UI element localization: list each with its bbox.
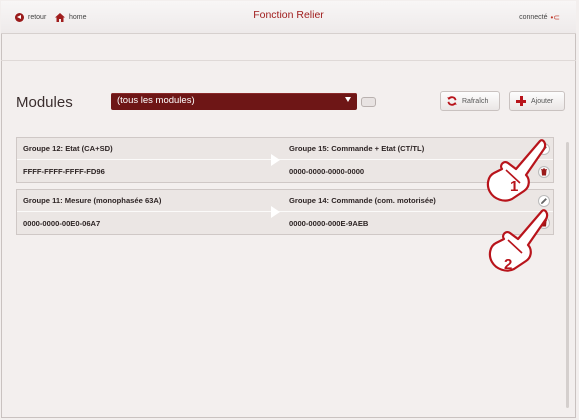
target-id: 0000-0000-000E-9AEB xyxy=(289,219,369,228)
source-id: FFFF-FFFF-FFFF-FD96 xyxy=(23,167,105,176)
source-id: 0000-0000-00E0-06A7 xyxy=(23,219,101,228)
connection-status: connecté •⊂ xyxy=(519,13,560,22)
page-title: Fonction Relier xyxy=(253,9,324,21)
add-label: Ajouter xyxy=(531,97,554,105)
list-item-ids: FFFF-FFFF-FFFF-FD96 0000-0000-0000-0000 xyxy=(17,161,553,183)
list-scrollbar[interactable] xyxy=(566,142,569,408)
link-arrow-icon xyxy=(271,154,280,166)
refresh-label: Rafraîch xyxy=(462,97,489,105)
module-filter-value: (tous les modules) xyxy=(117,95,195,106)
list-item-groups: Groupe 12: Etat (CA+SD) Groupe 15: Comma… xyxy=(17,138,553,160)
annotation-number: 2 xyxy=(504,256,512,273)
add-button[interactable]: Ajouter xyxy=(509,91,565,111)
pointing-hand-icon: 1 xyxy=(486,139,547,202)
plus-icon xyxy=(516,96,526,106)
list-item[interactable]: Groupe 11: Mesure (monophasée 63A) Group… xyxy=(16,189,554,235)
connection-label: connecté xyxy=(519,14,548,21)
annotation-number: 1 xyxy=(510,178,518,195)
filter-toggle[interactable] xyxy=(361,97,376,107)
refresh-button[interactable]: Rafraîch xyxy=(440,91,500,111)
target-group: Groupe 14: Commande (com. motorisée) xyxy=(289,196,436,205)
source-group: Groupe 12: Etat (CA+SD) xyxy=(23,144,113,153)
section-title: Modules xyxy=(16,94,73,111)
top-bar: retour home Fonction Relier connecté •⊂ xyxy=(1,1,576,34)
header-divider xyxy=(1,60,576,69)
pointing-hand-icon: 2 xyxy=(488,209,549,273)
module-filter-select[interactable]: (tous les modules) xyxy=(111,93,357,110)
link-arrow-icon xyxy=(271,206,280,218)
list-item-groups: Groupe 11: Mesure (monophasée 63A) Group… xyxy=(17,190,553,212)
refresh-icon xyxy=(447,96,457,106)
source-group: Groupe 11: Mesure (monophasée 63A) xyxy=(23,196,162,205)
plug-icon: •⊂ xyxy=(550,13,560,22)
chevron-down-icon xyxy=(345,97,351,102)
list-item[interactable]: Groupe 12: Etat (CA+SD) Groupe 15: Comma… xyxy=(16,137,554,183)
target-group: Groupe 15: Commande + Etat (CT/TL) xyxy=(289,144,425,153)
target-id: 0000-0000-0000-0000 xyxy=(289,167,365,176)
list-item-ids: 0000-0000-00E0-06A7 0000-0000-000E-9AEB xyxy=(17,213,553,235)
